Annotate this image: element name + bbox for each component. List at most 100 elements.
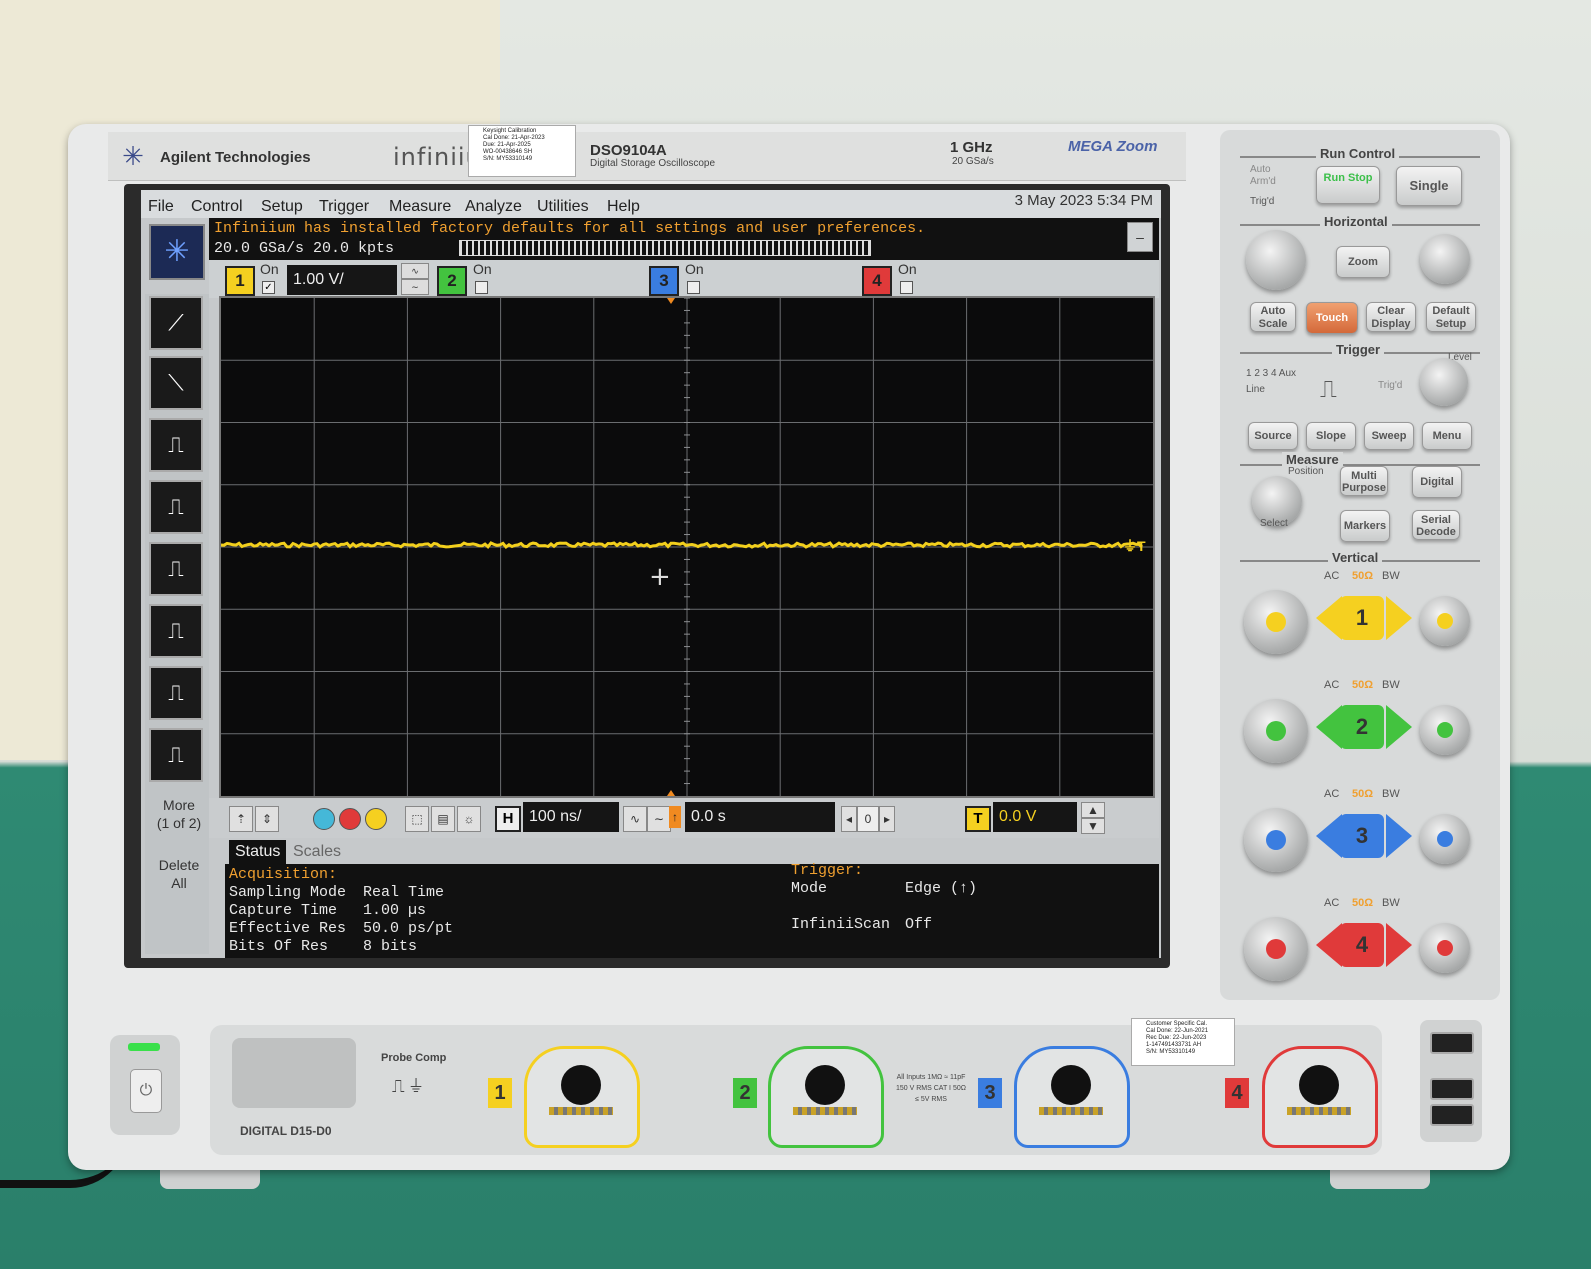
status-value: 8 bits bbox=[363, 938, 418, 955]
menu-measure[interactable]: Measure bbox=[389, 198, 451, 216]
period-trigger-icon[interactable]: ⎍ bbox=[149, 480, 203, 534]
channel-1-checkbox[interactable]: ✓ bbox=[262, 281, 275, 294]
horizontal-coarse-icon[interactable]: ∼ bbox=[647, 806, 671, 832]
digital-port[interactable] bbox=[232, 1038, 356, 1108]
channel-2-wing-right bbox=[1386, 705, 1412, 749]
menu-help[interactable]: Help bbox=[607, 198, 640, 216]
zoom-key[interactable]: Zoom bbox=[1336, 246, 1390, 278]
channel-1-offset-knob[interactable] bbox=[1420, 596, 1470, 646]
channel-4-offset-knob[interactable] bbox=[1420, 923, 1470, 973]
clock: 3 May 2023 5:34 PM bbox=[1014, 192, 1153, 209]
channel-3-offset-knob[interactable] bbox=[1420, 814, 1470, 864]
setup-hold-trigger-icon[interactable]: ⎍ bbox=[149, 666, 203, 720]
brightness-icon[interactable]: ☼ bbox=[457, 806, 481, 832]
horizontal-position[interactable]: 0.0 s bbox=[685, 802, 835, 832]
channel-1-scale[interactable]: 1.00 V/ bbox=[287, 265, 397, 295]
ac-label: AC bbox=[1324, 679, 1340, 691]
bandwidth-label: 1 GHz bbox=[950, 139, 993, 156]
window-trigger-icon[interactable]: ⎍ bbox=[149, 728, 203, 782]
channel-1-key[interactable]: 1 bbox=[1340, 596, 1384, 640]
channel-4-wing-left bbox=[1316, 923, 1342, 967]
bw-label: BW bbox=[1382, 570, 1400, 582]
tab-status[interactable]: Status bbox=[229, 840, 287, 864]
channel-1-bw-icon[interactable]: ∼ bbox=[401, 279, 429, 295]
position-left-icon[interactable]: ◂ bbox=[841, 806, 857, 832]
single-key[interactable]: Single bbox=[1396, 166, 1462, 206]
ground-marker-up-icon[interactable]: ⇡ bbox=[229, 806, 253, 832]
menu-setup[interactable]: Setup bbox=[261, 198, 303, 216]
channel-4-scale-knob[interactable] bbox=[1244, 917, 1308, 981]
channel-1-button[interactable]: 1 bbox=[225, 266, 255, 296]
sweep-key[interactable]: Sweep bbox=[1364, 422, 1414, 450]
horizontal-scale[interactable]: 100 ns/ bbox=[523, 802, 619, 832]
usb-port-middle[interactable] bbox=[1430, 1078, 1474, 1100]
horizontal-position-knob[interactable] bbox=[1420, 234, 1470, 284]
acq-color-blue-icon[interactable] bbox=[313, 808, 335, 830]
trigger-level-up-icon[interactable]: ▲ bbox=[1081, 802, 1105, 818]
channel-4-input-connector[interactable] bbox=[1262, 1046, 1378, 1148]
persistence-icon[interactable]: ▤ bbox=[431, 806, 455, 832]
infiniium-logo-icon[interactable]: ✳ bbox=[149, 224, 205, 280]
menu-file[interactable]: File bbox=[148, 198, 174, 216]
markers-key[interactable]: Markers bbox=[1340, 510, 1390, 542]
runt-trigger-icon[interactable]: ⎍ bbox=[149, 604, 203, 658]
channel-2-key[interactable]: 2 bbox=[1340, 705, 1384, 749]
usb-port-bottom[interactable] bbox=[1430, 1104, 1474, 1126]
channel-3-on-label: On bbox=[685, 261, 704, 277]
menu-analyze[interactable]: Analyze bbox=[465, 198, 522, 216]
rising-edge-trigger-icon[interactable]: ⟋ bbox=[149, 296, 203, 350]
acq-color-yellow-icon[interactable] bbox=[365, 808, 387, 830]
trigger-level[interactable]: 0.0 V bbox=[993, 802, 1077, 832]
menu-key[interactable]: Menu bbox=[1422, 422, 1472, 450]
more-button[interactable]: More (1 of 2) bbox=[145, 796, 213, 832]
trigger-level-knob[interactable] bbox=[1420, 358, 1468, 406]
horizontal-step-icon[interactable]: ⇕ bbox=[255, 806, 279, 832]
touch-key[interactable]: Touch bbox=[1306, 302, 1358, 334]
multi-purpose-key[interactable]: Multi Purpose bbox=[1340, 466, 1388, 496]
serial-decode-key[interactable]: Serial Decode bbox=[1412, 510, 1460, 540]
channel-3-checkbox[interactable] bbox=[687, 281, 700, 294]
channel-2-button[interactable]: 2 bbox=[437, 266, 467, 296]
channel-4-key[interactable]: 4 bbox=[1340, 923, 1384, 967]
menu-control[interactable]: Control bbox=[191, 198, 243, 216]
channel-3-scale-knob[interactable] bbox=[1244, 808, 1308, 872]
falling-edge-trigger-icon[interactable]: ⟍ bbox=[149, 356, 203, 410]
minimize-button[interactable]: – bbox=[1127, 222, 1153, 252]
zoom-window-icon[interactable]: ⬚ bbox=[405, 806, 429, 832]
menu-utilities[interactable]: Utilities bbox=[537, 198, 589, 216]
channel-3-button[interactable]: 3 bbox=[649, 266, 679, 296]
acq-color-red-icon[interactable] bbox=[339, 808, 361, 830]
default-setup-key[interactable]: Default Setup bbox=[1426, 302, 1476, 332]
clear-display-key[interactable]: Clear Display bbox=[1366, 302, 1416, 332]
channel-1-scale-knob[interactable] bbox=[1244, 590, 1308, 654]
tab-scales[interactable]: Scales bbox=[287, 840, 347, 864]
usb-port-top[interactable] bbox=[1430, 1032, 1474, 1054]
power-button[interactable]: ⏻ bbox=[130, 1069, 162, 1113]
source-key[interactable]: Source bbox=[1248, 422, 1298, 450]
channel-2-offset-knob[interactable] bbox=[1420, 705, 1470, 755]
probe-comp-terminal-icon[interactable]: ⎍ ⏚ bbox=[392, 1076, 422, 1097]
channel-4-checkbox[interactable] bbox=[900, 281, 913, 294]
pulse-width-trigger-icon[interactable]: ⎍ bbox=[149, 418, 203, 472]
channel-3-input-connector[interactable] bbox=[1014, 1046, 1130, 1148]
horizontal-scale-knob[interactable] bbox=[1246, 230, 1306, 290]
zoom-value[interactable]: 0 bbox=[857, 806, 879, 832]
auto-scale-key[interactable]: Auto Scale bbox=[1250, 302, 1296, 332]
channel-2-scale-knob[interactable] bbox=[1244, 699, 1308, 763]
digital-key[interactable]: Digital bbox=[1412, 466, 1462, 498]
menu-trigger[interactable]: Trigger bbox=[319, 198, 369, 216]
channel-3-key[interactable]: 3 bbox=[1340, 814, 1384, 858]
rise-time-trigger-icon[interactable]: ⎍ bbox=[149, 542, 203, 596]
slope-key[interactable]: Slope bbox=[1306, 422, 1356, 450]
channel-2-input-connector[interactable] bbox=[768, 1046, 884, 1148]
horizontal-fine-icon[interactable]: ∿ bbox=[623, 806, 647, 832]
position-right-icon[interactable]: ▸ bbox=[879, 806, 895, 832]
channel-1-coupling-icon[interactable]: ∿ bbox=[401, 263, 429, 279]
trigger-level-down-icon[interactable]: ▼ bbox=[1081, 818, 1105, 834]
channel-4-button[interactable]: 4 bbox=[862, 266, 892, 296]
waveform-graticule[interactable]: + bbox=[219, 296, 1155, 798]
run-stop-key[interactable]: Run Stop bbox=[1316, 166, 1380, 204]
channel-1-input-connector[interactable] bbox=[524, 1046, 640, 1148]
delete-all-button[interactable]: Delete All bbox=[145, 856, 213, 892]
channel-2-checkbox[interactable] bbox=[475, 281, 488, 294]
